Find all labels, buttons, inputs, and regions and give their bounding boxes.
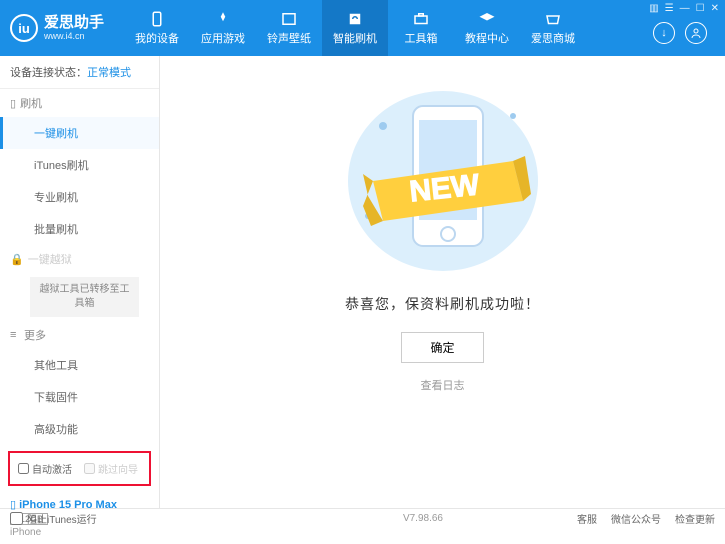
refresh-icon: [346, 10, 364, 28]
sidebar-item-batch[interactable]: 批量刷机: [0, 213, 159, 245]
app-logo: iu 爱思助手 www.i4.cn: [10, 14, 104, 42]
header-right: ↓: [653, 22, 707, 44]
download-button[interactable]: ↓: [653, 22, 675, 44]
wechat-link[interactable]: 微信公众号: [611, 511, 661, 526]
section-jailbreak: 🔒 一键越狱: [0, 245, 159, 273]
skip-setup-checkbox[interactable]: 跳过向导: [84, 461, 138, 476]
status-value: 正常模式: [87, 67, 131, 79]
sidebar: 设备连接状态：正常模式 ▯刷机 一键刷机 iTunes刷机 专业刷机 批量刷机 …: [0, 56, 160, 508]
nav-tutorials[interactable]: 教程中心: [454, 0, 520, 56]
store-icon: [544, 10, 562, 28]
minimize-icon[interactable]: —: [680, 3, 690, 14]
close-icon[interactable]: ✕: [711, 3, 719, 14]
maximize-icon[interactable]: ☐: [696, 3, 705, 14]
nav-label: 铃声壁纸: [267, 30, 311, 46]
app-header: iu 爱思助手 www.i4.cn 我的设备 应用游戏 铃声壁纸 智能刷机 工具…: [0, 0, 725, 56]
device-type: iPhone: [10, 527, 149, 538]
nav-label: 工具箱: [405, 30, 438, 46]
device-status: 设备连接状态：正常模式: [0, 56, 159, 89]
phone-icon: ▯: [10, 499, 16, 511]
sidebar-item-advanced[interactable]: 高级功能: [0, 413, 159, 445]
options-highlight-box: 自动激活 跳过向导: [8, 451, 151, 486]
block-itunes-checkbox[interactable]: 阻止iTunes运行: [10, 511, 97, 526]
sidebar-item-oneclick[interactable]: 一键刷机: [0, 117, 159, 149]
lock-icon: 🔒: [10, 253, 24, 266]
section-label: 刷机: [20, 95, 42, 111]
skin-icon[interactable]: ▥: [649, 3, 658, 14]
toolbox-icon: [412, 10, 430, 28]
nav-label: 应用游戏: [201, 30, 245, 46]
checkbox-label: 自动激活: [32, 461, 72, 476]
view-log-link[interactable]: 查看日志: [421, 377, 465, 393]
nav-my-device[interactable]: 我的设备: [124, 0, 190, 56]
success-illustration: NEW: [313, 86, 573, 276]
checkbox-label: 跳过向导: [98, 461, 138, 476]
section-more[interactable]: 更多: [0, 321, 159, 349]
nav-apps-games[interactable]: 应用游戏: [190, 0, 256, 56]
user-button[interactable]: [685, 22, 707, 44]
nav-store[interactable]: 爱思商城: [520, 0, 586, 56]
auto-activate-checkbox[interactable]: 自动激活: [18, 461, 72, 476]
nav-ringtones[interactable]: 铃声壁纸: [256, 0, 322, 56]
section-label: 更多: [24, 327, 46, 343]
logo-icon: iu: [10, 14, 38, 42]
device-icon: [148, 10, 166, 28]
nav-label: 智能刷机: [333, 30, 377, 46]
nav-label: 教程中心: [465, 30, 509, 46]
nav-flash[interactable]: 智能刷机: [322, 0, 388, 56]
support-link[interactable]: 客服: [577, 511, 597, 526]
graduation-icon: [478, 10, 496, 28]
sidebar-item-pro[interactable]: 专业刷机: [0, 181, 159, 213]
app-url: www.i4.cn: [44, 31, 104, 41]
update-link[interactable]: 检查更新: [675, 511, 715, 526]
version-label: V7.98.66: [403, 513, 443, 524]
sidebar-item-itunes[interactable]: iTunes刷机: [0, 149, 159, 181]
nav-label: 我的设备: [135, 30, 179, 46]
success-message: 恭喜您，保资料刷机成功啦！: [345, 294, 540, 314]
section-label: 一键越狱: [28, 251, 72, 267]
window-controls: ▥ ☰ — ☐ ✕: [649, 3, 719, 14]
phone-icon: ▯: [10, 97, 16, 110]
apps-icon: [214, 10, 232, 28]
nav-label: 爱思商城: [531, 30, 575, 46]
image-icon: [280, 10, 298, 28]
checkbox-label: 阻止iTunes运行: [27, 511, 97, 526]
menu-icon: [10, 329, 20, 341]
top-nav: 我的设备 应用游戏 铃声壁纸 智能刷机 工具箱 教程中心 爱思商城: [124, 0, 653, 56]
sidebar-item-firmware[interactable]: 下载固件: [0, 381, 159, 413]
sidebar-item-othertools[interactable]: 其他工具: [0, 349, 159, 381]
nav-toolbox[interactable]: 工具箱: [388, 0, 454, 56]
jailbreak-transfer-note[interactable]: 越狱工具已转移至工具箱: [30, 277, 139, 317]
main-content: NEW 恭喜您，保资料刷机成功啦！ 确定 查看日志: [160, 56, 725, 508]
app-name: 爱思助手: [44, 15, 104, 32]
ok-button[interactable]: 确定: [401, 332, 483, 363]
section-flash[interactable]: ▯ 刷机: [0, 89, 159, 117]
device-name: iPhone 15 Pro Max: [19, 499, 117, 511]
status-label: 设备连接状态：: [10, 67, 87, 79]
menu-icon[interactable]: ☰: [665, 3, 674, 14]
